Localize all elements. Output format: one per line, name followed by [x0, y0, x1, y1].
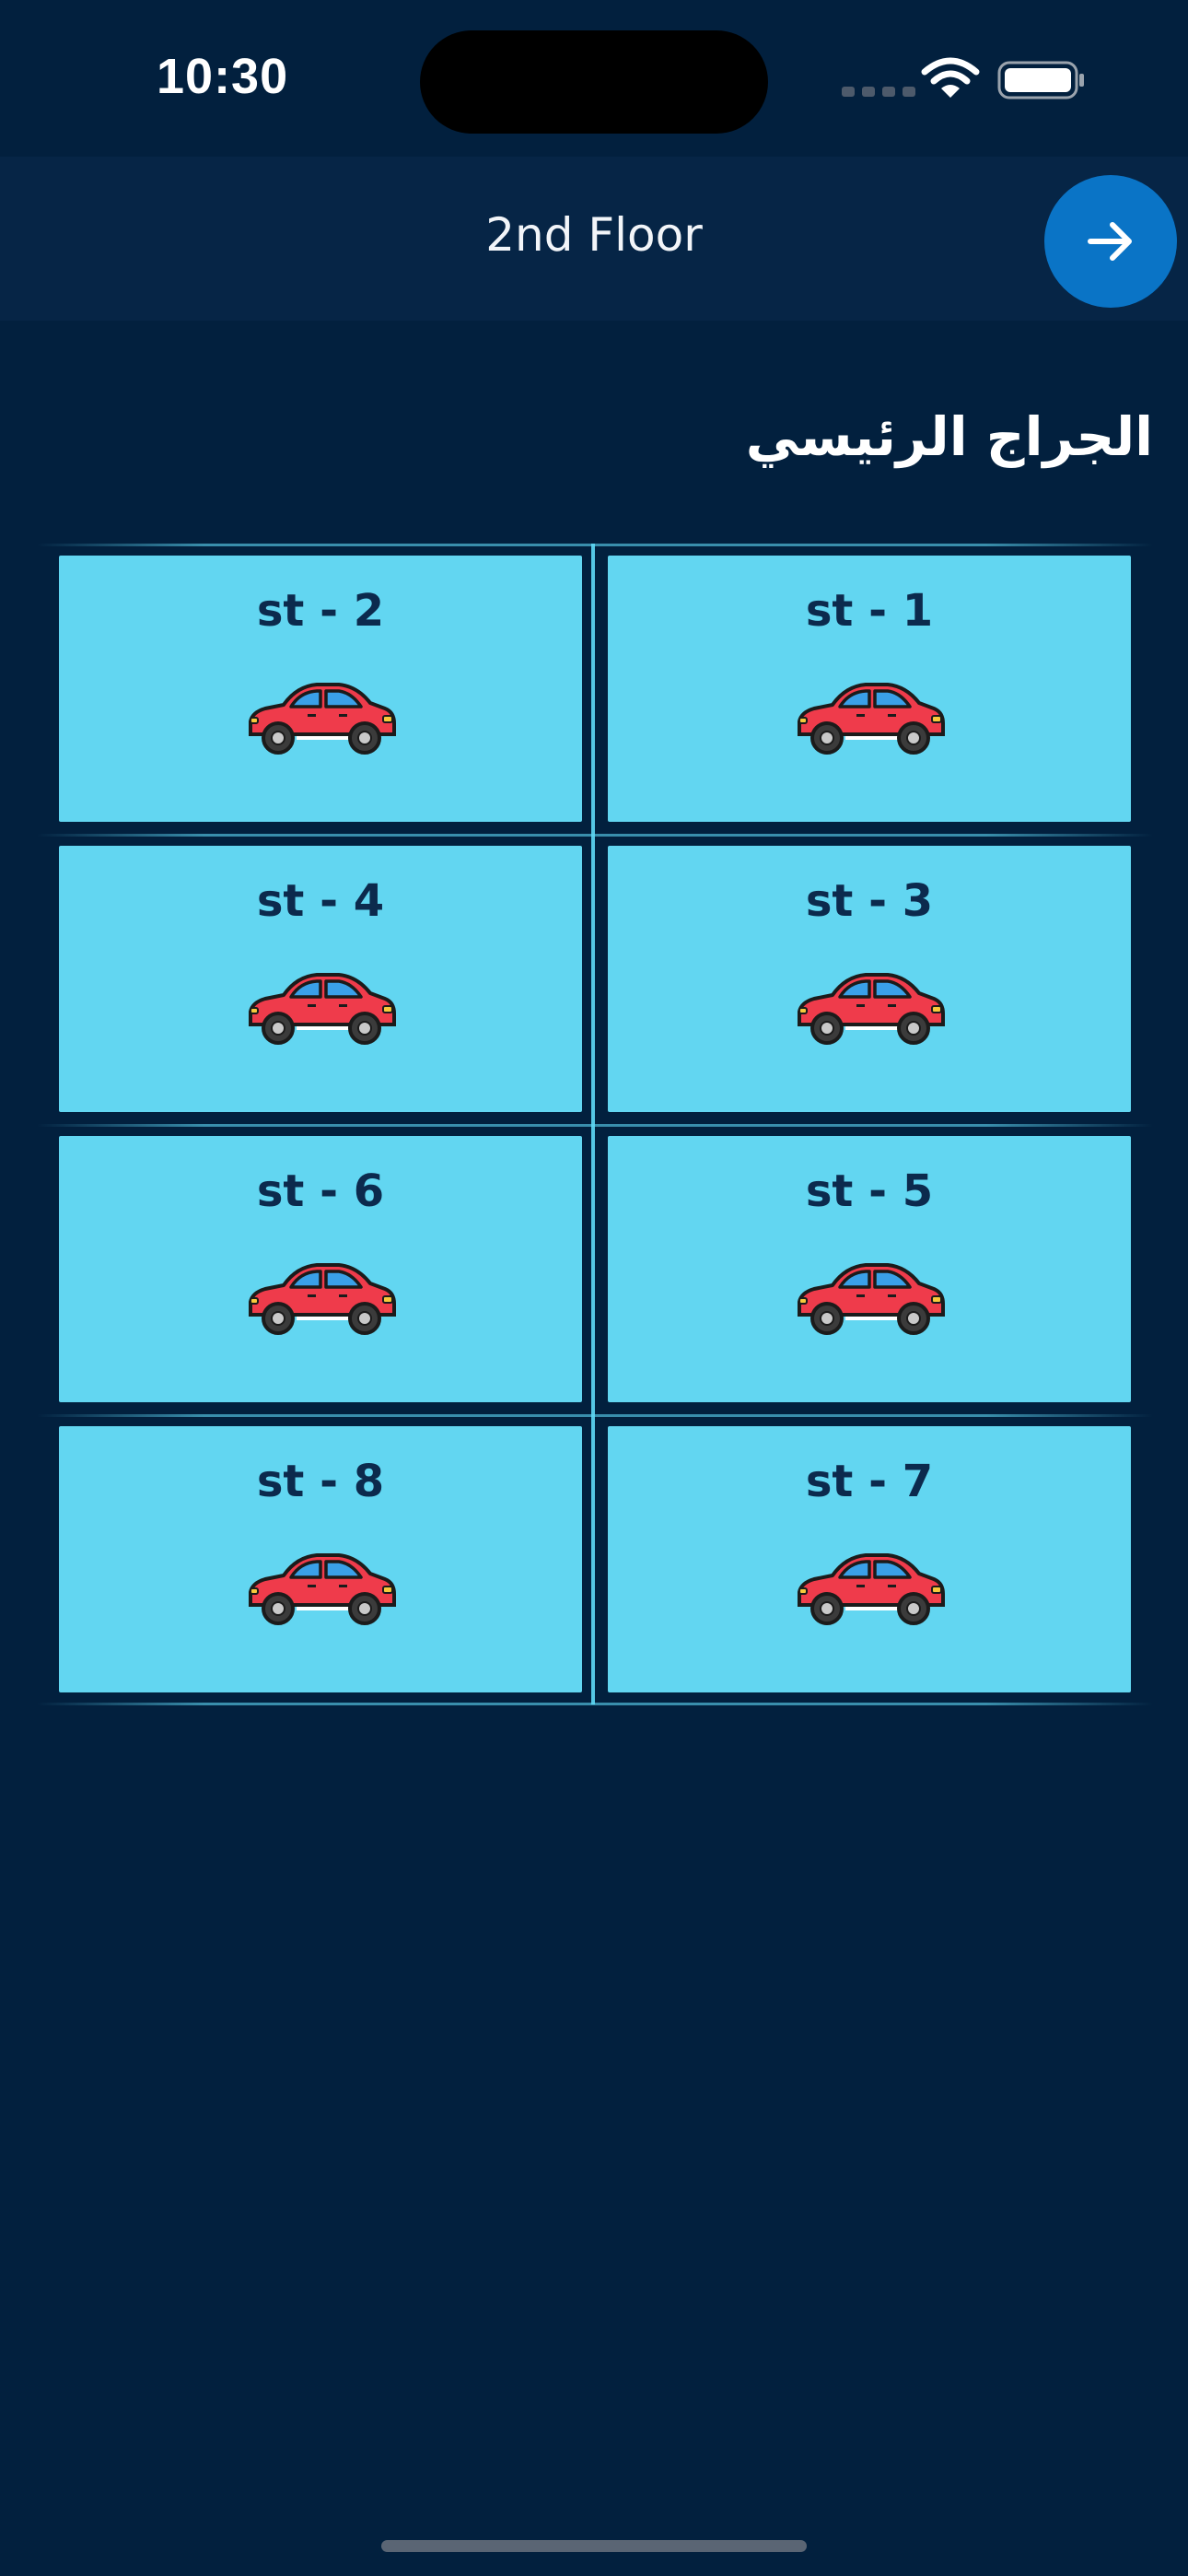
cellular-signal-icon [842, 87, 915, 97]
slot-label: st - 2 [256, 585, 385, 637]
row-divider [37, 544, 1153, 546]
parking-slot-7[interactable]: st - 7 [608, 1426, 1131, 1692]
row-divider [37, 1414, 1153, 1417]
parking-slot-5[interactable]: st - 5 [608, 1136, 1131, 1402]
row-divider [37, 834, 1153, 837]
slot-label: st - 8 [256, 1456, 385, 1507]
car-icon [792, 1261, 947, 1337]
app-header: 2nd Floor [0, 157, 1188, 321]
row-divider [37, 1124, 1153, 1127]
car-icon [792, 1551, 947, 1627]
section-title: الجراج الرئيسي [745, 405, 1153, 468]
parking-grid: st - 1 st - 2 st - 3 st - 4 st - 5 st - … [37, 544, 1153, 1705]
parking-slot-3[interactable]: st - 3 [608, 846, 1131, 1112]
battery-icon [997, 61, 1084, 100]
slot-label: st - 5 [805, 1165, 934, 1217]
status-bar: 10:30 [0, 0, 1188, 157]
parking-slot-6[interactable]: st - 6 [59, 1136, 582, 1402]
arrow-right-icon [1088, 222, 1132, 261]
status-time: 10:30 [157, 49, 289, 104]
slot-label: st - 1 [805, 585, 934, 637]
car-icon [243, 1261, 398, 1337]
slot-label: st - 6 [256, 1165, 385, 1217]
slot-label: st - 7 [805, 1456, 934, 1507]
car-icon [792, 681, 947, 756]
parking-slot-1[interactable]: st - 1 [608, 556, 1131, 822]
wifi-icon [921, 57, 980, 98]
row-divider [37, 1703, 1153, 1705]
page-title: 2nd Floor [485, 208, 703, 262]
parking-slot-8[interactable]: st - 8 [59, 1426, 582, 1692]
car-icon [792, 971, 947, 1047]
slot-label: st - 3 [805, 875, 934, 927]
car-icon [243, 971, 398, 1047]
car-icon [243, 681, 398, 756]
parking-slot-4[interactable]: st - 4 [59, 846, 582, 1112]
car-icon [243, 1551, 398, 1627]
slot-label: st - 4 [256, 875, 385, 927]
parking-slot-2[interactable]: st - 2 [59, 556, 582, 822]
next-floor-button[interactable] [1044, 175, 1177, 308]
dynamic-island [420, 30, 768, 134]
home-indicator[interactable] [381, 2540, 807, 2552]
